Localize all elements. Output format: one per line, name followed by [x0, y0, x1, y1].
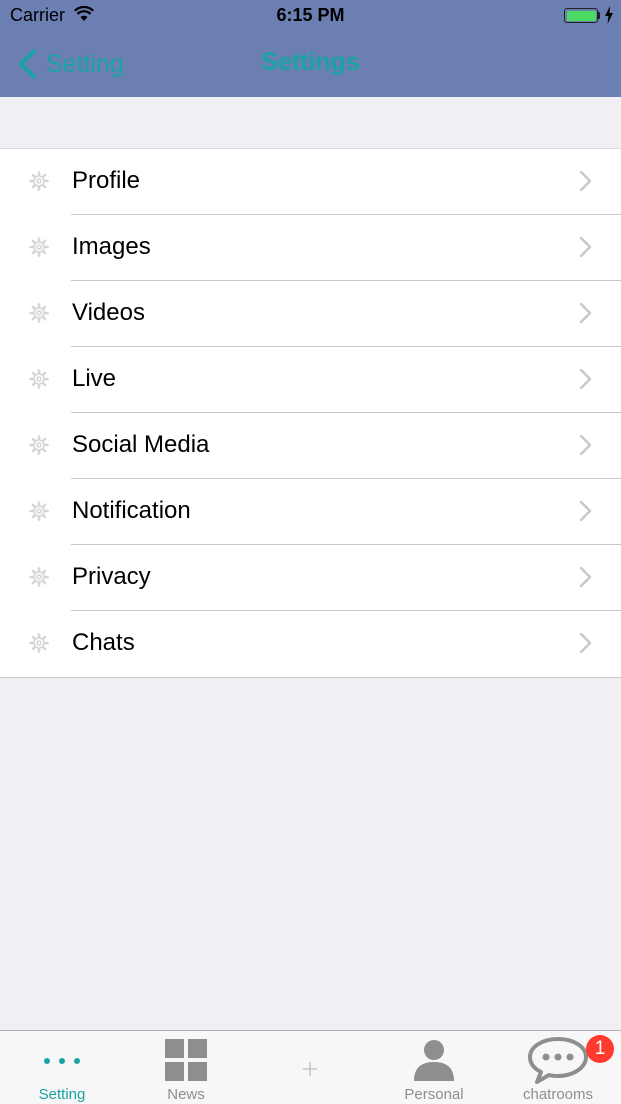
gear-icon: [29, 171, 49, 191]
tab-news[interactable]: News: [124, 1031, 248, 1104]
settings-row-chats[interactable]: Chats: [0, 611, 621, 677]
settings-list: Profile Images Videos Live Social Media …: [0, 148, 621, 678]
tab-setting[interactable]: Setting: [0, 1031, 124, 1104]
settings-row-profile[interactable]: Profile: [0, 149, 621, 215]
tab-bar: Setting News Personal chatrooms: [0, 1030, 621, 1104]
settings-row-images[interactable]: Images: [0, 215, 621, 281]
gear-icon: [29, 633, 49, 653]
gear-icon: [29, 567, 49, 587]
person-icon: [414, 1040, 454, 1081]
settings-row-social-media[interactable]: Social Media: [0, 413, 621, 479]
chevron-right-icon: [579, 302, 592, 324]
tab-label: Personal: [404, 1086, 464, 1103]
more-dots-icon: [44, 1058, 80, 1064]
chat-bubble-icon: [528, 1037, 588, 1084]
page-title: Settings: [261, 48, 360, 76]
tab-label: chatrooms: [522, 1086, 594, 1103]
settings-row-label: Profile: [72, 167, 141, 194]
tab-personal[interactable]: Personal: [372, 1031, 496, 1104]
gear-icon: [29, 501, 49, 521]
status-time: 6:15 PM: [276, 5, 345, 25]
gear-icon: [29, 237, 49, 257]
navigation-bar: Carrier 6:15 PM Setting Settings: [0, 0, 621, 97]
status-bar: Carrier 6:15 PM: [0, 0, 621, 32]
chevron-right-icon: [579, 434, 592, 456]
battery-tip: [598, 12, 600, 19]
settings-row-label: Live: [72, 365, 117, 392]
chatrooms-badge: 1: [586, 1035, 614, 1063]
battery-icon: [564, 8, 598, 23]
tab-add[interactable]: [248, 1031, 372, 1104]
settings-row-label: Images: [72, 233, 151, 260]
chevron-right-icon: [579, 566, 592, 588]
settings-row-label: Notification: [72, 497, 191, 524]
plus-icon: [303, 1062, 317, 1076]
chevron-right-icon: [579, 368, 592, 390]
settings-row-live[interactable]: Live: [0, 347, 621, 413]
settings-row-label: Privacy: [72, 563, 151, 590]
settings-row-privacy[interactable]: Privacy: [0, 545, 621, 611]
chevron-right-icon: [579, 632, 592, 654]
chevron-right-icon: [579, 170, 592, 192]
settings-row-label: Videos: [72, 299, 145, 326]
tab-label: Setting: [38, 1086, 86, 1103]
chevron-right-icon: [579, 500, 592, 522]
grid-icon: [165, 1039, 207, 1081]
settings-row-label: Chats: [72, 629, 135, 656]
chevron-right-icon: [579, 236, 592, 258]
gear-icon: [29, 369, 49, 389]
gear-icon: [29, 435, 49, 455]
settings-row-label: Social Media: [72, 431, 210, 458]
tab-label: News: [167, 1086, 205, 1103]
gear-icon: [29, 303, 49, 323]
charging-bolt-icon: [605, 6, 613, 24]
settings-row-videos[interactable]: Videos: [0, 281, 621, 347]
settings-row-notification[interactable]: Notification: [0, 479, 621, 545]
